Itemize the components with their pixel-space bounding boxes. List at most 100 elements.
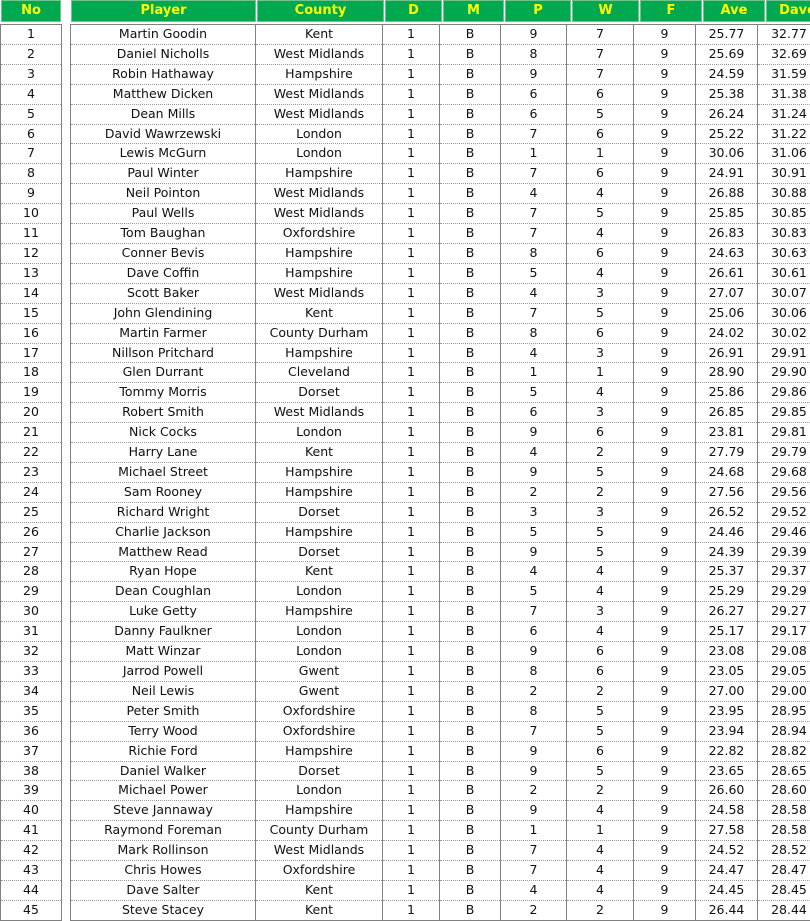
cell-dave: 29.29: [758, 582, 810, 602]
cell-county: Dorset: [256, 761, 383, 781]
cell-county: Hampshire: [256, 801, 383, 821]
cell-no: 33: [1, 662, 62, 682]
cell-d: 1: [383, 124, 440, 144]
cell-ave: 24.52: [696, 841, 758, 861]
column-header-county[interactable]: County: [257, 0, 384, 22]
column-header-ave[interactable]: Ave: [703, 0, 765, 22]
cell-no: 31: [1, 622, 62, 642]
cell-no: 23: [1, 462, 62, 482]
index-row: 4: [1, 84, 62, 104]
cell-no: 11: [1, 224, 62, 244]
column-header-no[interactable]: No: [1, 0, 61, 22]
cell-w: 3: [567, 602, 634, 622]
cell-p: 5: [501, 383, 567, 403]
cell-player: Robert Smith: [71, 403, 256, 423]
index-row: 6: [1, 124, 62, 144]
cell-player: Chris Howes: [71, 861, 256, 881]
cell-d: 1: [383, 64, 440, 84]
column-header-w[interactable]: W: [572, 0, 639, 22]
cell-d: 1: [383, 164, 440, 184]
cell-f: 9: [634, 721, 696, 741]
cell-f: 9: [634, 681, 696, 701]
cell-no: 39: [1, 781, 62, 801]
cell-player: Nillson Pritchard: [71, 343, 256, 363]
cell-p: 9: [501, 423, 567, 443]
index-row: 33: [1, 662, 62, 682]
cell-d: 1: [383, 303, 440, 323]
cell-player: Dave Salter: [71, 880, 256, 900]
cell-p: 3: [501, 502, 567, 522]
cell-w: 4: [567, 861, 634, 881]
table-row: Steve StaceyKent1B22926.4428.44: [71, 900, 810, 920]
cell-m: B: [440, 25, 501, 45]
cell-p: 8: [501, 323, 567, 343]
table-row: Mark RollinsonWest Midlands1B74924.5228.…: [71, 841, 810, 861]
cell-dave: 30.61: [758, 263, 810, 283]
table-row: Matthew ReadDorset1B95924.3929.39: [71, 542, 810, 562]
cell-dave: 29.90: [758, 363, 810, 383]
cell-f: 9: [634, 343, 696, 363]
cell-f: 9: [634, 462, 696, 482]
cell-player: Daniel Walker: [71, 761, 256, 781]
cell-d: 1: [383, 443, 440, 463]
column-header-p[interactable]: P: [505, 0, 571, 22]
cell-w: 5: [567, 721, 634, 741]
cell-d: 1: [383, 681, 440, 701]
cell-county: Hampshire: [256, 263, 383, 283]
cell-dave: 29.27: [758, 602, 810, 622]
cell-player: Charlie Jackson: [71, 522, 256, 542]
cell-f: 9: [634, 562, 696, 582]
index-row: 30: [1, 602, 62, 622]
cell-player: Michael Power: [71, 781, 256, 801]
cell-f: 9: [634, 821, 696, 841]
column-header-player[interactable]: Player: [71, 0, 256, 22]
cell-player: Steve Jannaway: [71, 801, 256, 821]
main-table-body: Martin GoodinKent1B97925.7732.77Daniel N…: [70, 24, 810, 921]
cell-d: 1: [383, 144, 440, 164]
cell-no: 5: [1, 104, 62, 124]
cell-p: 4: [501, 880, 567, 900]
column-header-m[interactable]: M: [443, 0, 504, 22]
player-standings-page: No 1234567891011121314151617181920212223…: [0, 0, 810, 881]
cell-w: 5: [567, 104, 634, 124]
cell-dave: 29.05: [758, 662, 810, 682]
cell-player: Paul Winter: [71, 164, 256, 184]
index-row: 11: [1, 224, 62, 244]
cell-county: Hampshire: [256, 243, 383, 263]
column-header-d[interactable]: D: [385, 0, 442, 22]
cell-dave: 30.63: [758, 243, 810, 263]
cell-d: 1: [383, 423, 440, 443]
cell-ave: 25.29: [696, 582, 758, 602]
cell-player: Terry Wood: [71, 721, 256, 741]
cell-player: Scott Baker: [71, 283, 256, 303]
cell-f: 9: [634, 582, 696, 602]
table-row: Robert SmithWest Midlands1B63926.8529.85: [71, 403, 810, 423]
cell-player: Sam Rooney: [71, 482, 256, 502]
cell-p: 9: [501, 741, 567, 761]
cell-m: B: [440, 44, 501, 64]
cell-f: 9: [634, 642, 696, 662]
cell-f: 9: [634, 243, 696, 263]
column-header-f[interactable]: F: [640, 0, 702, 22]
cell-ave: 25.85: [696, 204, 758, 224]
cell-p: 1: [501, 821, 567, 841]
cell-m: B: [440, 383, 501, 403]
index-row: 40: [1, 801, 62, 821]
cell-p: 7: [501, 164, 567, 184]
index-row: 18: [1, 363, 62, 383]
table-row: Scott BakerWest Midlands1B43927.0730.07: [71, 283, 810, 303]
cell-player: Raymond Foreman: [71, 821, 256, 841]
cell-f: 9: [634, 383, 696, 403]
cell-p: 6: [501, 104, 567, 124]
cell-dave: 29.17: [758, 622, 810, 642]
table-row: Nick CocksLondon1B96923.8129.81: [71, 423, 810, 443]
table-row: Dave CoffinHampshire1B54926.6130.61: [71, 263, 810, 283]
cell-m: B: [440, 164, 501, 184]
cell-w: 5: [567, 303, 634, 323]
cell-ave: 25.22: [696, 124, 758, 144]
table-row: David WawrzewskiLondon1B76925.2231.22: [71, 124, 810, 144]
cell-ave: 23.94: [696, 721, 758, 741]
column-header-dave[interactable]: Dave: [766, 0, 810, 22]
index-row: 35: [1, 701, 62, 721]
table-row: Martin FarmerCounty Durham1B86924.0230.0…: [71, 323, 810, 343]
